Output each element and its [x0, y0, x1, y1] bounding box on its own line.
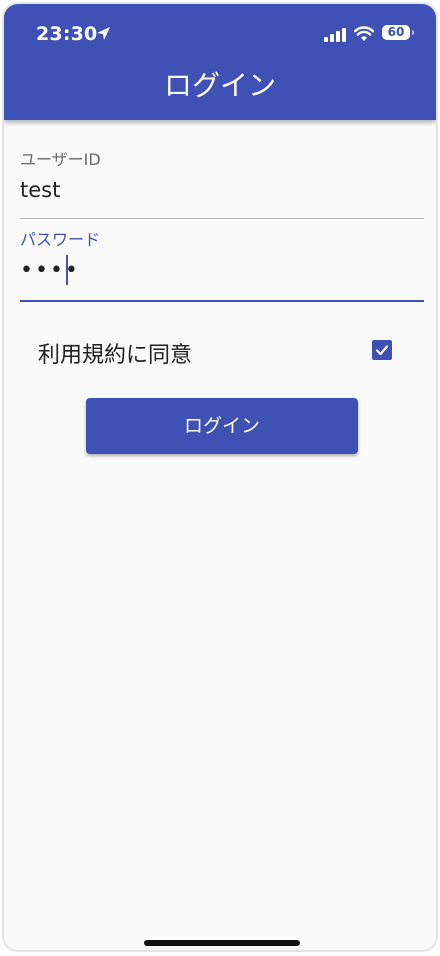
terms-agreement-label: 利用規約に同意: [38, 343, 193, 368]
location-arrow-icon: [97, 27, 110, 40]
user-id-field[interactable]: ユーザーID test: [20, 146, 424, 219]
password-field[interactable]: パスワード ••••: [20, 226, 424, 302]
terms-agreement-row[interactable]: 利用規約に同意: [38, 332, 400, 372]
status-time: 23:30: [36, 23, 98, 45]
battery-tip: [412, 30, 414, 35]
password-label: パスワード: [20, 230, 101, 249]
status-bar: 23:30 60: [4, 4, 436, 62]
phone-screen: 23:30 60 ログイン ユーザーID test パスワード •••• 利用規…: [2, 2, 438, 952]
user-id-label: ユーザーID: [20, 150, 101, 169]
battery-indicator: 60: [382, 25, 410, 40]
battery-level: 60: [387, 25, 405, 39]
home-indicator[interactable]: [144, 940, 300, 946]
cellular-signal-icon: [324, 28, 346, 42]
text-cursor: [66, 255, 68, 285]
user-id-input[interactable]: test: [20, 178, 60, 202]
password-input[interactable]: ••••: [20, 258, 80, 283]
terms-checkbox[interactable]: [372, 340, 392, 360]
wifi-icon: [354, 26, 374, 41]
app-header: 23:30 60 ログイン: [4, 4, 436, 120]
login-button[interactable]: ログイン: [86, 398, 358, 454]
page-title: ログイン: [163, 69, 276, 102]
checkmark-icon: [375, 345, 389, 356]
